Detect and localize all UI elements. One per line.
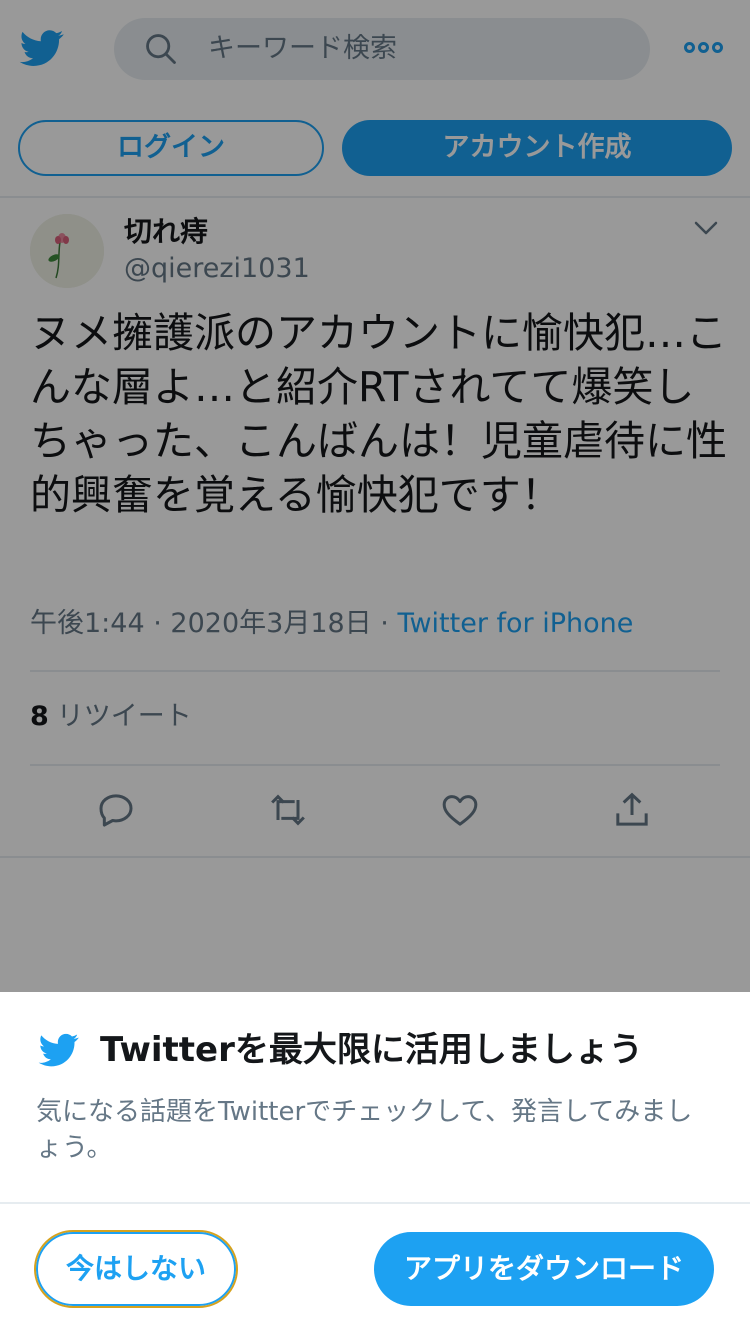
- download-app-button[interactable]: アプリをダウンロード: [374, 1232, 714, 1306]
- sheet-title: Twitterを最大限に活用しましょう: [100, 1030, 643, 1070]
- sheet-description: 気になる話題をTwitterでチェックして、発言してみましょう。: [36, 1097, 693, 1163]
- divider: [0, 1202, 750, 1204]
- not-now-button[interactable]: 今はしない: [34, 1230, 238, 1308]
- twitter-bird-icon: [38, 1033, 79, 1067]
- modal-backdrop[interactable]: [0, 0, 750, 992]
- app-promo-sheet: Twitterを最大限に活用しましょう 気になる話題をTwitterでチェックし…: [0, 992, 750, 1334]
